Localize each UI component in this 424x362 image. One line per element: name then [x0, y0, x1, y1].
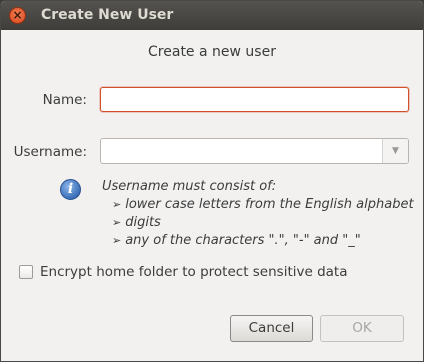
bullet-arrow-icon: ➢ — [112, 198, 122, 211]
hint-item-text: digits — [125, 215, 161, 230]
username-input[interactable] — [101, 139, 382, 163]
hint-item: ➢ any of the characters ".", "-" and "_" — [112, 232, 414, 250]
cancel-button[interactable]: Cancel — [230, 315, 313, 342]
bullet-arrow-icon: ➢ — [112, 216, 122, 229]
dialog-heading: Create a new user — [148, 44, 276, 60]
encrypt-label[interactable]: Encrypt home folder to protect sensitive… — [40, 264, 348, 280]
close-icon[interactable]: × — [9, 7, 26, 24]
ok-button[interactable]: OK — [320, 315, 404, 342]
hint-item: ➢ lower case letters from the English alp… — [112, 196, 414, 214]
encrypt-option[interactable]: Encrypt home folder to protect sensitive… — [19, 264, 348, 280]
name-input[interactable] — [100, 87, 409, 112]
create-user-dialog: × Create New User Create a new user Name… — [0, 0, 424, 362]
chevron-down-icon[interactable]: ▼ — [383, 139, 408, 163]
info-icon: i — [60, 179, 81, 200]
hint-intro: Username must consist of: — [102, 179, 277, 194]
bullet-arrow-icon: ➢ — [112, 234, 122, 247]
hint-item-text: any of the characters ".", "-" and "_" — [125, 233, 361, 248]
username-combo[interactable]: ▼ — [100, 138, 409, 164]
window-title: Create New User — [41, 7, 174, 23]
hint-item: ➢ digits — [112, 214, 414, 232]
name-label: Name: — [42, 92, 87, 108]
title-bar: × Create New User — [1, 1, 423, 30]
username-hint: Username must consist of: ➢ lower case le… — [102, 178, 414, 250]
encrypt-checkbox[interactable] — [19, 265, 33, 279]
hint-item-text: lower case letters from the English alph… — [125, 197, 414, 212]
username-label: Username: — [13, 144, 87, 160]
